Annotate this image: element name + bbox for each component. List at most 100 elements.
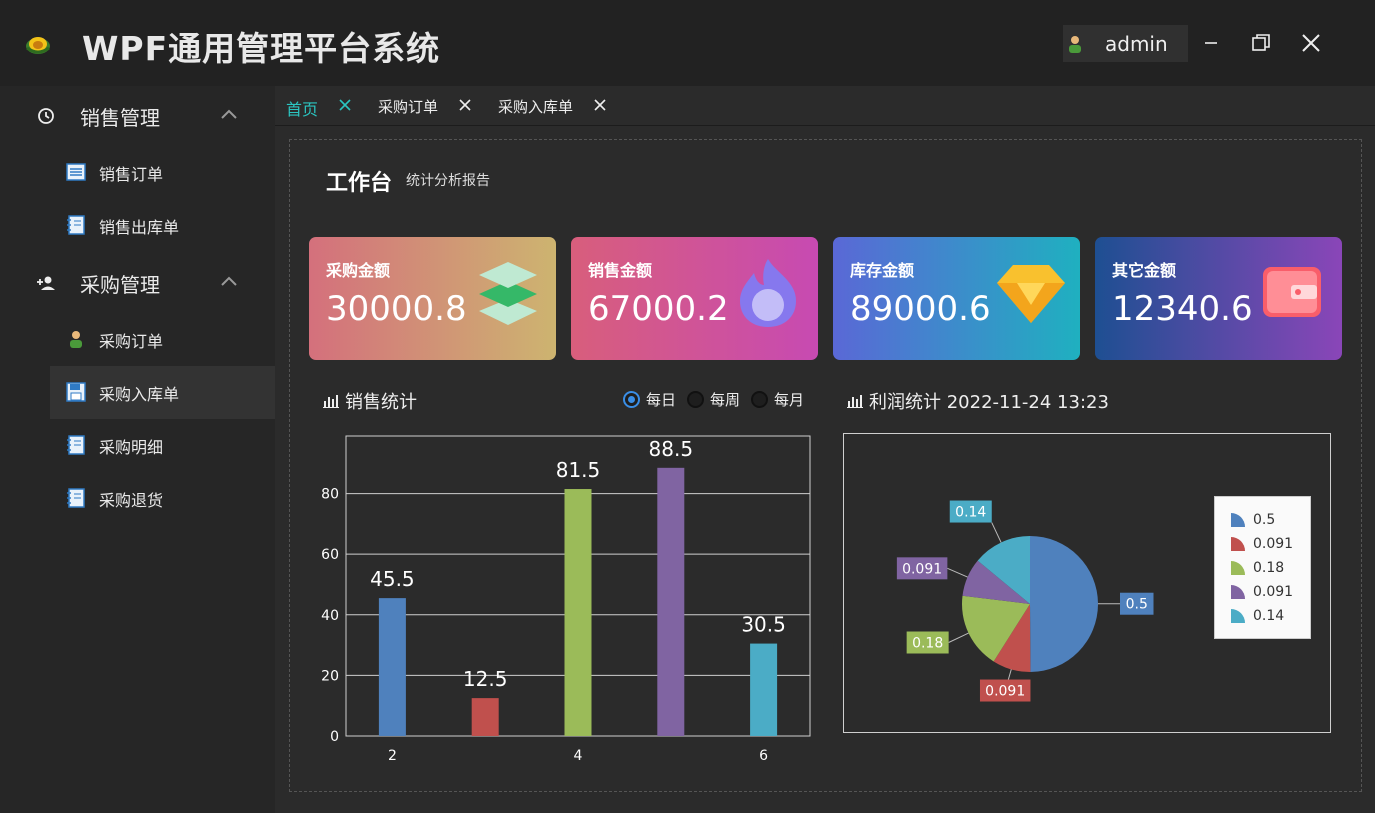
pie-data-label: 0.18 <box>912 636 943 652</box>
page-subtitle: 统计分析报告 <box>406 173 490 189</box>
x-tick-label: 6 <box>759 748 768 764</box>
bar-data-label: 81.5 <box>556 458 601 482</box>
radio-monthly[interactable]: 每月 <box>751 389 804 410</box>
bar-data-label: 45.5 <box>370 567 415 591</box>
card-purchase-amount: 采购金额 30000.8 <box>309 237 556 360</box>
close-button[interactable] <box>1298 30 1324 56</box>
chevron-up-icon <box>221 109 237 119</box>
bar <box>657 467 685 736</box>
sidebar-item-label: 采购入库单 <box>99 385 180 404</box>
pie-data-label: 0.14 <box>955 505 986 521</box>
y-tick-label: 0 <box>330 729 339 745</box>
legend-swatch-icon <box>1231 585 1245 599</box>
sidebar-group-purchase[interactable]: 采购管理 <box>0 253 275 311</box>
card-label: 销售金额 <box>588 261 653 280</box>
radio-label: 每月 <box>774 391 805 409</box>
pie-leader-line <box>947 567 968 578</box>
card-label: 其它金额 <box>1112 261 1177 280</box>
pie-data-label: 0.091 <box>985 684 1025 700</box>
card-sales-amount: 销售金额 67000.2 <box>571 237 818 360</box>
radio-daily[interactable]: 每日 <box>623 389 676 410</box>
profit-stats-title: 利润统计 2022-11-24 13:23 <box>847 388 1109 414</box>
person-add-icon <box>37 276 55 290</box>
legend-entry: 0.091 <box>1231 583 1293 601</box>
legend-entry: 0.18 <box>1231 559 1284 577</box>
minimize-button[interactable] <box>1198 30 1224 56</box>
legend-swatch-icon <box>1231 513 1245 527</box>
sales-stats-label: 销售统计 <box>345 392 417 413</box>
radio-dot <box>623 391 640 408</box>
bar <box>471 698 499 736</box>
user-icon <box>1069 35 1081 53</box>
sidebar-item-purchase-return[interactable]: 采购退货 <box>50 472 275 525</box>
tab-close-icon[interactable] <box>458 98 472 112</box>
sidebar-item-label: 采购订单 <box>99 332 164 351</box>
restore-icon <box>1252 34 1270 51</box>
sidebar-item-label: 销售订单 <box>99 165 164 184</box>
sidebar-item-sales-outbound[interactable]: 销售出库单 <box>50 199 275 252</box>
tab-purchase-inbound[interactable]: 采购入库单 <box>498 96 573 117</box>
sidebar-group-label: 销售管理 <box>80 106 160 130</box>
close-icon <box>1302 34 1320 52</box>
legend-label: 0.5 <box>1253 512 1276 528</box>
card-label: 采购金额 <box>326 261 391 280</box>
y-tick-label: 80 <box>321 487 339 503</box>
tab-bar: 首页 采购订单 采购入库单 <box>275 86 1375 126</box>
save-icon <box>66 382 86 402</box>
sidebar-group-label: 采购管理 <box>80 273 160 297</box>
x-tick-label: 4 <box>574 748 583 764</box>
legend-label: 0.18 <box>1253 560 1285 576</box>
sales-bar-chart: 0 20 40 60 80 2 4 6 45.5 12.5 81.5 88.5 30.5 <box>321 435 811 764</box>
y-tick-label: 20 <box>321 668 339 684</box>
sidebar-item-purchase-order[interactable]: 采购订单 <box>50 313 275 366</box>
radio-label: 每周 <box>710 391 741 409</box>
card-value: 67000.2 <box>588 289 729 329</box>
bar <box>378 598 406 736</box>
wallet-icon <box>1263 267 1321 317</box>
profit-stats-label: 利润统计 2022-11-24 13:23 <box>869 392 1109 413</box>
legend-swatch-icon <box>1231 537 1245 551</box>
card-value: 30000.8 <box>326 289 467 329</box>
sidebar-item-label: 采购明细 <box>99 438 164 457</box>
pie-leader-line <box>948 632 969 643</box>
user-menu[interactable]: admin <box>1063 25 1188 62</box>
sales-stats-title: 销售统计 <box>323 388 417 414</box>
tab-home[interactable]: 首页 <box>286 96 318 120</box>
bar-data-label: 30.5 <box>741 613 786 637</box>
radio-dot <box>687 391 704 408</box>
tab-close-icon[interactable] <box>338 98 352 112</box>
pie-data-label: 0.5 <box>1126 597 1148 613</box>
sidebar-item-purchase-inbound[interactable]: 采购入库单 <box>50 366 275 419</box>
notebook-icon <box>67 488 85 508</box>
sidebar-group-sales[interactable]: 销售管理 <box>0 86 275 144</box>
card-value: 12340.6 <box>1112 289 1253 329</box>
radio-weekly[interactable]: 每周 <box>687 389 740 410</box>
sidebar-item-sales-order[interactable]: 销售订单 <box>50 146 275 199</box>
app-title: WPF通用管理平台系统 <box>82 29 441 68</box>
page-title: 工作台 <box>326 171 393 196</box>
card-label: 库存金额 <box>850 261 915 280</box>
chevron-up-icon <box>221 276 237 286</box>
legend-entry: 0.5 <box>1231 511 1275 529</box>
user-name: admin <box>1105 31 1168 56</box>
sidebar-item-purchase-detail[interactable]: 采购明细 <box>50 419 275 472</box>
bar-chart-icon <box>323 395 339 408</box>
pie-leader-line <box>991 522 1002 543</box>
radio-label: 每日 <box>646 391 677 409</box>
bar-chart-icon <box>847 395 863 408</box>
card-value: 89000.6 <box>850 289 991 329</box>
tab-close-icon[interactable] <box>593 98 607 112</box>
y-tick-label: 40 <box>321 608 339 624</box>
layers-icon <box>479 262 537 325</box>
pie-slice <box>1030 536 1098 672</box>
notebook-icon <box>67 435 85 455</box>
tab-purchase-order[interactable]: 采购订单 <box>378 96 438 117</box>
notebook-icon <box>67 215 85 235</box>
card-other-amount: 其它金额 12340.6 <box>1095 237 1342 360</box>
bar-data-label: 12.5 <box>463 667 508 691</box>
restore-button[interactable] <box>1248 30 1274 56</box>
sidebar-item-label: 销售出库单 <box>99 218 180 237</box>
sidebar: 销售管理 销售订单 销售出库单 采购管理 采购订单 采购入库单 采购明细 采购退… <box>0 86 275 813</box>
x-tick-label: 2 <box>388 748 397 764</box>
user-icon <box>70 331 82 348</box>
